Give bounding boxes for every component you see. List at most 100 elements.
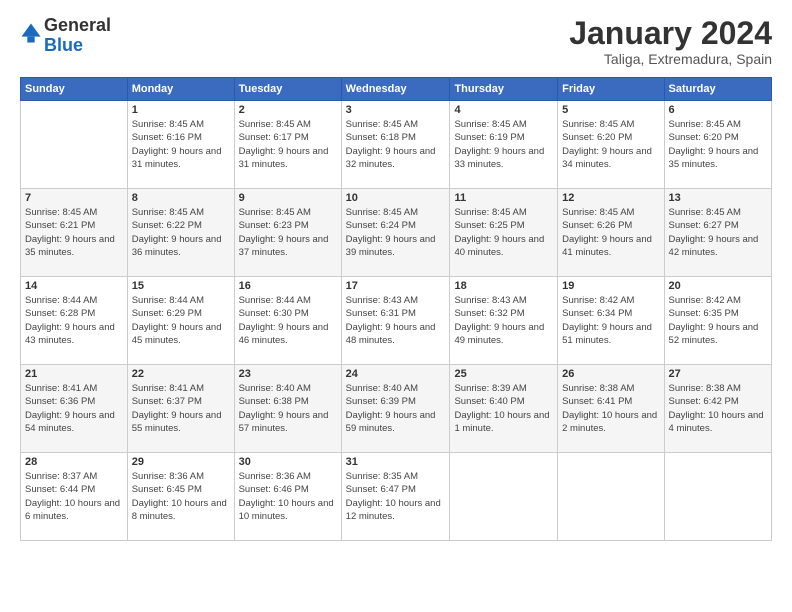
day-number: 21 <box>25 368 123 380</box>
day-info: Sunrise: 8:42 AMSunset: 6:34 PMDaylight:… <box>562 294 659 347</box>
calendar-cell: 11 Sunrise: 8:45 AMSunset: 6:25 PMDayligh… <box>450 189 558 277</box>
day-number: 11 <box>454 192 553 204</box>
day-number: 6 <box>669 104 767 116</box>
day-number: 29 <box>132 456 230 468</box>
day-number: 10 <box>346 192 446 204</box>
calendar-cell: 27 Sunrise: 8:38 AMSunset: 6:42 PMDayligh… <box>664 365 771 453</box>
calendar-cell: 25 Sunrise: 8:39 AMSunset: 6:40 PMDayligh… <box>450 365 558 453</box>
day-number: 7 <box>25 192 123 204</box>
calendar-cell: 9Sunrise: 8:45 AMSunset: 6:23 PMDaylight… <box>234 189 341 277</box>
calendar-cell: 2 Sunrise: 8:45 AMSunset: 6:17 PMDaylight… <box>234 101 341 189</box>
day-info: Sunrise: 8:44 AMSunset: 6:28 PMDaylight:… <box>25 294 123 347</box>
day-number: 2 <box>239 104 337 116</box>
calendar-cell: 17Sunrise: 8:43 AMSunset: 6:31 PMDayligh… <box>341 277 450 365</box>
day-number: 22 <box>132 368 230 380</box>
calendar-cell: 30Sunrise: 8:36 AMSunset: 6:46 PMDayligh… <box>234 453 341 541</box>
main-title: January 2024 <box>569 16 772 51</box>
calendar-cell: 16 Sunrise: 8:44 AMSunset: 6:30 PMDayligh… <box>234 277 341 365</box>
calendar-cell: 5Sunrise: 8:45 AMSunset: 6:20 PMDaylight… <box>558 101 664 189</box>
calendar-cell: 31 Sunrise: 8:35 AMSunset: 6:47 PMDayligh… <box>341 453 450 541</box>
day-info: Sunrise: 8:45 AMSunset: 6:16 PMDaylight:… <box>132 118 230 171</box>
col-header-saturday: Saturday <box>664 78 771 101</box>
col-header-monday: Monday <box>127 78 234 101</box>
calendar-cell: 20 Sunrise: 8:42 AMSunset: 6:35 PMDayligh… <box>664 277 771 365</box>
day-number: 31 <box>346 456 446 468</box>
day-info: Sunrise: 8:40 AMSunset: 6:38 PMDaylight:… <box>239 382 337 435</box>
day-info: Sunrise: 8:45 AMSunset: 6:25 PMDaylight:… <box>454 206 553 259</box>
day-info: Sunrise: 8:45 AMSunset: 6:24 PMDaylight:… <box>346 206 446 259</box>
calendar-cell: 12Sunrise: 8:45 AMSunset: 6:26 PMDayligh… <box>558 189 664 277</box>
calendar-cell: 23 Sunrise: 8:40 AMSunset: 6:38 PMDayligh… <box>234 365 341 453</box>
calendar-header: SundayMondayTuesdayWednesdayThursdayFrid… <box>21 78 772 101</box>
day-number: 15 <box>132 280 230 292</box>
day-info: Sunrise: 8:39 AMSunset: 6:40 PMDaylight:… <box>454 382 553 435</box>
calendar-cell <box>558 453 664 541</box>
day-number: 20 <box>669 280 767 292</box>
calendar-row: 28 Sunrise: 8:37 AMSunset: 6:44 PMDayligh… <box>21 453 772 541</box>
day-number: 30 <box>239 456 337 468</box>
day-number: 17 <box>346 280 446 292</box>
day-number: 26 <box>562 368 659 380</box>
calendar-row: 14Sunrise: 8:44 AMSunset: 6:28 PMDayligh… <box>21 277 772 365</box>
day-info: Sunrise: 8:43 AMSunset: 6:32 PMDaylight:… <box>454 294 553 347</box>
day-info: Sunrise: 8:37 AMSunset: 6:44 PMDaylight:… <box>25 470 123 523</box>
day-info: Sunrise: 8:40 AMSunset: 6:39 PMDaylight:… <box>346 382 446 435</box>
day-info: Sunrise: 8:44 AMSunset: 6:30 PMDaylight:… <box>239 294 337 347</box>
day-info: Sunrise: 8:42 AMSunset: 6:35 PMDaylight:… <box>669 294 767 347</box>
page: General Blue January 2024 Taliga, Extrem… <box>0 0 792 612</box>
day-info: Sunrise: 8:45 AMSunset: 6:17 PMDaylight:… <box>239 118 337 171</box>
day-number: 3 <box>346 104 446 116</box>
calendar-row: 7 Sunrise: 8:45 AMSunset: 6:21 PMDaylight… <box>21 189 772 277</box>
logo-text: General Blue <box>44 16 111 56</box>
logo-blue: Blue <box>44 35 83 55</box>
day-info: Sunrise: 8:36 AMSunset: 6:45 PMDaylight:… <box>132 470 230 523</box>
calendar-cell: 3 Sunrise: 8:45 AMSunset: 6:18 PMDaylight… <box>341 101 450 189</box>
col-header-friday: Friday <box>558 78 664 101</box>
day-info: Sunrise: 8:45 AMSunset: 6:18 PMDaylight:… <box>346 118 446 171</box>
calendar-cell: 10 Sunrise: 8:45 AMSunset: 6:24 PMDayligh… <box>341 189 450 277</box>
day-info: Sunrise: 8:41 AMSunset: 6:36 PMDaylight:… <box>25 382 123 435</box>
day-info: Sunrise: 8:44 AMSunset: 6:29 PMDaylight:… <box>132 294 230 347</box>
day-info: Sunrise: 8:45 AMSunset: 6:23 PMDaylight:… <box>239 206 337 259</box>
day-number: 5 <box>562 104 659 116</box>
calendar-cell: 14Sunrise: 8:44 AMSunset: 6:28 PMDayligh… <box>21 277 128 365</box>
day-info: Sunrise: 8:45 AMSunset: 6:21 PMDaylight:… <box>25 206 123 259</box>
day-info: Sunrise: 8:45 AMSunset: 6:27 PMDaylight:… <box>669 206 767 259</box>
day-info: Sunrise: 8:45 AMSunset: 6:19 PMDaylight:… <box>454 118 553 171</box>
day-info: Sunrise: 8:45 AMSunset: 6:22 PMDaylight:… <box>132 206 230 259</box>
logo-icon <box>20 22 42 44</box>
day-number: 24 <box>346 368 446 380</box>
calendar-cell: 8 Sunrise: 8:45 AMSunset: 6:22 PMDaylight… <box>127 189 234 277</box>
day-number: 4 <box>454 104 553 116</box>
col-header-tuesday: Tuesday <box>234 78 341 101</box>
calendar-cell: 26 Sunrise: 8:38 AMSunset: 6:41 PMDayligh… <box>558 365 664 453</box>
col-header-wednesday: Wednesday <box>341 78 450 101</box>
day-info: Sunrise: 8:45 AMSunset: 6:20 PMDaylight:… <box>669 118 767 171</box>
logo: General Blue <box>20 16 111 56</box>
day-info: Sunrise: 8:38 AMSunset: 6:41 PMDaylight:… <box>562 382 659 435</box>
day-number: 27 <box>669 368 767 380</box>
day-info: Sunrise: 8:45 AMSunset: 6:26 PMDaylight:… <box>562 206 659 259</box>
col-header-thursday: Thursday <box>450 78 558 101</box>
day-number: 23 <box>239 368 337 380</box>
day-number: 16 <box>239 280 337 292</box>
day-info: Sunrise: 8:38 AMSunset: 6:42 PMDaylight:… <box>669 382 767 435</box>
day-number: 1 <box>132 104 230 116</box>
calendar-cell <box>21 101 128 189</box>
logo-general: General <box>44 15 111 35</box>
calendar-cell: 6 Sunrise: 8:45 AMSunset: 6:20 PMDaylight… <box>664 101 771 189</box>
calendar-cell <box>450 453 558 541</box>
day-number: 13 <box>669 192 767 204</box>
calendar-cell <box>664 453 771 541</box>
day-number: 25 <box>454 368 553 380</box>
header-row: SundayMondayTuesdayWednesdayThursdayFrid… <box>21 78 772 101</box>
calendar-row: 1 Sunrise: 8:45 AMSunset: 6:16 PMDaylight… <box>21 101 772 189</box>
col-header-sunday: Sunday <box>21 78 128 101</box>
subtitle: Taliga, Extremadura, Spain <box>569 51 772 67</box>
day-info: Sunrise: 8:41 AMSunset: 6:37 PMDaylight:… <box>132 382 230 435</box>
day-info: Sunrise: 8:35 AMSunset: 6:47 PMDaylight:… <box>346 470 446 523</box>
calendar-cell: 1 Sunrise: 8:45 AMSunset: 6:16 PMDaylight… <box>127 101 234 189</box>
day-number: 8 <box>132 192 230 204</box>
calendar-cell: 29 Sunrise: 8:36 AMSunset: 6:45 PMDayligh… <box>127 453 234 541</box>
day-number: 28 <box>25 456 123 468</box>
